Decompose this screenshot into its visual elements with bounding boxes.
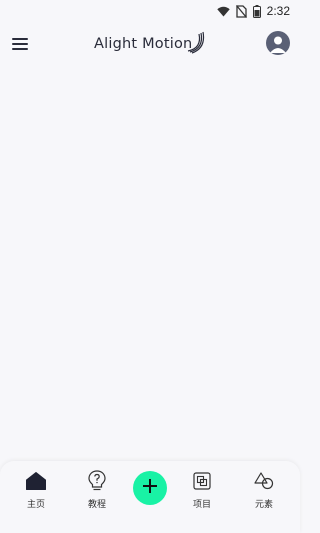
lightbulb-question-icon <box>85 469 109 493</box>
status-bar: 2:32 <box>0 0 300 22</box>
user-avatar-icon[interactable] <box>266 31 290 55</box>
nav-item-elements[interactable]: 元素 <box>239 469 289 510</box>
nav-item-projects[interactable]: 项目 <box>177 469 227 510</box>
nav-label-tutorial: 教程 <box>87 500 106 510</box>
app-screen: 2:32 Alight Motion 主页 教程 项目 元素 <box>0 0 300 533</box>
status-time: 2:32 <box>266 4 290 18</box>
nav-item-home[interactable]: 主页 <box>11 469 61 510</box>
battery-icon <box>252 4 261 18</box>
elements-icon <box>252 469 276 493</box>
top-app-bar: Alight Motion <box>0 26 300 62</box>
plus-icon <box>142 478 158 499</box>
nav-label-projects: 项目 <box>192 500 211 510</box>
bottom-navigation-bar: 主页 教程 项目 元素 <box>0 461 300 533</box>
logo-swoosh-icon <box>184 26 206 59</box>
no-sim-icon <box>235 4 247 18</box>
projects-icon <box>190 469 214 493</box>
hamburger-menu-icon[interactable] <box>10 34 30 54</box>
app-logo: Alight Motion <box>94 30 206 58</box>
logo-text: Alight Motion <box>94 36 193 52</box>
create-project-button[interactable] <box>133 471 167 505</box>
nav-label-elements: 元素 <box>254 500 273 510</box>
home-icon <box>24 469 48 493</box>
wifi-icon <box>216 6 230 17</box>
nav-label-home: 主页 <box>26 500 45 510</box>
nav-item-tutorial[interactable]: 教程 <box>72 469 122 510</box>
